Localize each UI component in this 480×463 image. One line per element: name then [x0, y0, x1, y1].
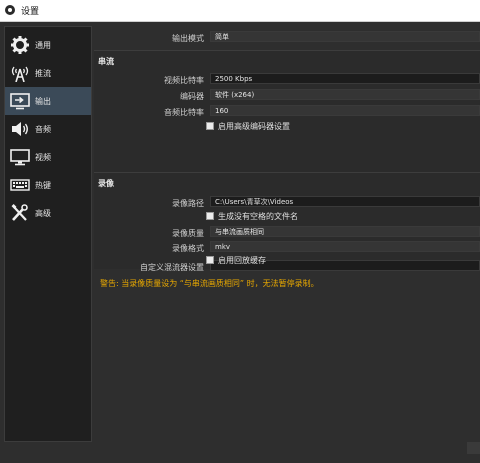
resize-corner — [467, 442, 480, 454]
sidebar-item-label: 通用 — [35, 41, 51, 50]
sidebar-item-label: 音频 — [35, 125, 51, 134]
output-mode-select[interactable]: 简单 — [210, 31, 480, 42]
sidebar-item-label: 输出 — [35, 97, 51, 106]
recording-path-label: 录像路径 — [172, 199, 204, 208]
recording-path-input[interactable]: C:\Users\青草次\Videos — [210, 196, 480, 207]
audio-bitrate-select[interactable]: 160 — [210, 105, 480, 116]
video-bitrate-input[interactable]: 2500 Kbps — [210, 73, 480, 84]
settings-sidebar: 通用 推流 输出 音频 视频 热键 高级 — [4, 26, 92, 442]
sidebar-item-video[interactable]: 视频 — [5, 143, 91, 171]
recording-format-select[interactable]: mkv — [210, 241, 480, 252]
recording-quality-label: 录像质量 — [172, 229, 204, 238]
encoder-label: 编码器 — [180, 92, 204, 101]
output-icon — [10, 93, 30, 110]
tools-icon — [11, 204, 28, 221]
sidebar-item-general[interactable]: 通用 — [5, 31, 91, 59]
recording-quality-select[interactable]: 与串流画质相同 — [210, 226, 480, 237]
sidebar-item-stream[interactable]: 推流 — [5, 59, 91, 87]
streaming-group-title: 串流 — [98, 57, 114, 66]
advanced-encoder-label: 启用高级编码器设置 — [218, 122, 290, 131]
monitor-icon — [10, 149, 30, 166]
pause-warning-text: 警告: 当录像质量设为 “与串流画质相同” 时，无法暂停录制。 — [100, 279, 319, 288]
sidebar-item-label: 热键 — [35, 181, 51, 190]
sidebar-item-label: 推流 — [35, 69, 51, 78]
recording-group: 录像 录像路径 C:\Users\青草次\Videos 生成没有空格的文件名 录… — [94, 172, 480, 272]
video-bitrate-label: 视频比特率 — [164, 76, 204, 85]
custom-muxer-label: 自定义混流器设置 — [140, 263, 204, 272]
sidebar-item-output[interactable]: 输出 — [5, 87, 91, 115]
streaming-group: 串流 视频比特率 2500 Kbps 编码器 软件 (x264) 音频比特率 1… — [94, 50, 480, 173]
sidebar-item-audio[interactable]: 音频 — [5, 115, 91, 143]
recording-format-label: 录像格式 — [172, 244, 204, 253]
advanced-encoder-checkbox[interactable] — [206, 122, 214, 130]
encoder-select[interactable]: 软件 (x264) — [210, 89, 480, 100]
window-title: 设置 — [21, 7, 40, 17]
title-bar: 设置 — [0, 0, 480, 22]
sidebar-item-label: 高级 — [35, 209, 51, 218]
no-space-filename-checkbox[interactable] — [206, 212, 214, 220]
output-mode-label: 输出模式 — [172, 34, 204, 43]
replay-buffer-label: 启用回放缓存 — [218, 256, 266, 265]
antenna-icon — [11, 66, 29, 82]
speaker-icon — [12, 122, 28, 136]
sidebar-item-hotkeys[interactable]: 热键 — [5, 171, 91, 199]
replay-buffer-checkbox[interactable] — [206, 256, 214, 264]
gear-icon — [11, 36, 29, 54]
sidebar-item-advanced[interactable]: 高级 — [5, 199, 91, 227]
no-space-filename-label: 生成没有空格的文件名 — [218, 212, 298, 221]
output-settings-panel: 输出模式 简单 串流 视频比特率 2500 Kbps 编码器 软件 (x264)… — [94, 22, 480, 463]
settings-window: 通用 推流 输出 音频 视频 热键 高级 输出模式 简单 串流 视频比特率 25… — [0, 22, 480, 463]
audio-bitrate-label: 音频比特率 — [164, 108, 204, 117]
keyboard-icon — [10, 179, 30, 191]
obs-logo-icon — [5, 5, 15, 15]
sidebar-item-label: 视频 — [35, 153, 51, 162]
recording-group-title: 录像 — [98, 179, 114, 188]
